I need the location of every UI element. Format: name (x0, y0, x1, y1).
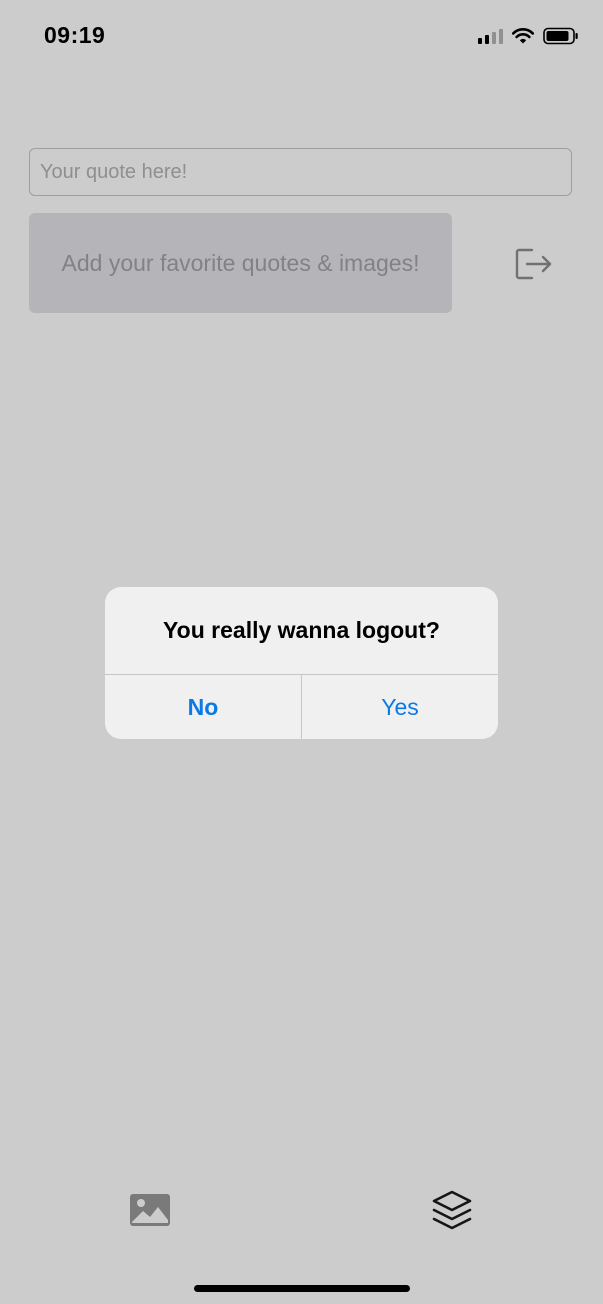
yes-button[interactable]: Yes (302, 675, 498, 739)
no-button[interactable]: No (105, 675, 301, 739)
logout-alert: You really wanna logout? No Yes (105, 587, 498, 739)
alert-title: You really wanna logout? (163, 617, 440, 643)
app-screen: 09:19 Add your favorite quotes & images! (0, 0, 603, 1304)
